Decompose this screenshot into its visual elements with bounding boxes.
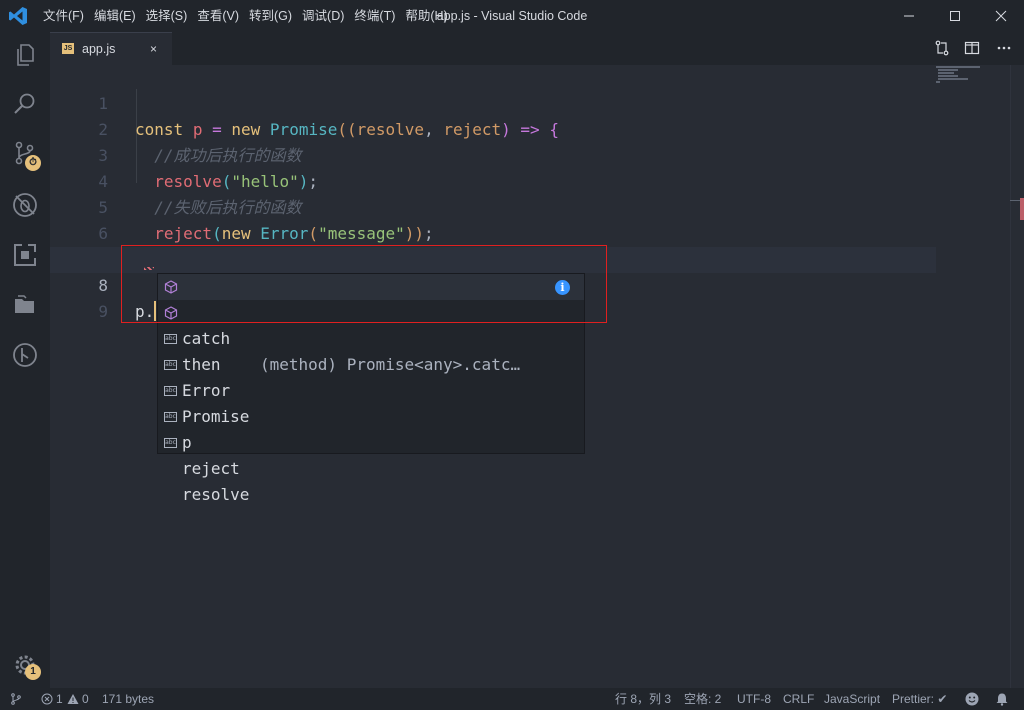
settings-badge: 1: [25, 664, 41, 680]
language-mode[interactable]: JavaScript: [824, 688, 880, 710]
error-count[interactable]: 1: [56, 688, 63, 710]
split-editor-icon[interactable]: [964, 40, 980, 56]
code-line-7: 7: [50, 221, 936, 269]
minimap-line: [938, 75, 958, 77]
code-line-8: 8 p.: [50, 247, 936, 321]
text-abc-icon: abc: [164, 386, 177, 396]
menu-bar: 文件(F) 编辑(E) 选择(S) 查看(V) 转到(G) 调试(D) 终端(T…: [38, 0, 453, 32]
tab-close-icon[interactable]: ×: [150, 33, 157, 65]
project-folder-icon[interactable]: [12, 292, 38, 318]
vertical-scrollbar[interactable]: [1010, 65, 1024, 688]
search-icon[interactable]: [12, 91, 38, 117]
minimap-line: [938, 69, 958, 71]
code-line-4: 4 //失败后执行的函数: [50, 143, 936, 217]
indentation[interactable]: 空格: 2: [684, 688, 721, 710]
menu-view[interactable]: 查看(V): [192, 0, 244, 32]
line-number: 9: [98, 302, 108, 321]
text-abc-icon: abc: [164, 334, 177, 344]
menu-debug[interactable]: 调试(D): [297, 0, 349, 32]
suggestion-widget: catch (method) Promise<any>.catc… i then…: [157, 273, 585, 504]
scrollbar-cursor-marker: [1010, 200, 1020, 201]
maximize-button[interactable]: [932, 0, 978, 32]
code-line-1: 1 const p = new Promise((resolve, reject…: [50, 65, 936, 139]
suggestion-item[interactable]: abc Error: [158, 326, 584, 400]
minimize-button[interactable]: [886, 0, 932, 32]
source-control-clock-badge: ⏱: [25, 155, 41, 171]
error-squiggle: [144, 267, 154, 270]
menu-selection[interactable]: 选择(S): [141, 0, 193, 32]
code-line-6: 6 });: [50, 195, 936, 269]
cursor-position[interactable]: 行 8，列 3: [615, 688, 671, 710]
text-cursor: [154, 301, 157, 321]
smiley-feedback-icon[interactable]: [964, 691, 980, 707]
notifications-bell-icon[interactable]: [995, 692, 1009, 706]
code-line-3: 3 resolve("hello");: [50, 117, 936, 191]
menu-terminal[interactable]: 终端(T): [349, 0, 400, 32]
warning-count[interactable]: 0: [82, 688, 89, 710]
text-abc-icon: abc: [164, 412, 177, 422]
minimap-line: [938, 72, 954, 74]
code-line-5: 5 reject(new Error("message"));: [50, 169, 936, 243]
method-cube-icon: [164, 306, 178, 320]
file-size: 171 bytes: [102, 692, 155, 706]
suggestion-item[interactable]: abc Promise: [158, 352, 584, 426]
prettier-status[interactable]: Prettier: ✔: [892, 688, 947, 710]
menu-help[interactable]: 帮助(H): [400, 0, 452, 32]
minimap-line: [936, 81, 940, 83]
method-cube-icon: [164, 280, 178, 294]
close-window-button[interactable]: [978, 0, 1024, 32]
encoding[interactable]: UTF-8: [737, 688, 771, 710]
text-abc-icon: abc: [164, 360, 177, 370]
text-abc-icon: abc: [164, 438, 177, 448]
activity-bar: ⏱ 1: [0, 32, 50, 688]
warning-icon[interactable]: [67, 693, 79, 705]
error-icon[interactable]: [41, 693, 53, 705]
extensions-icon[interactable]: [12, 242, 38, 268]
tab-app-js[interactable]: JS app.js ×: [50, 32, 172, 65]
close-icon: [995, 10, 1007, 22]
suggestion-item[interactable]: then: [158, 300, 584, 374]
explorer-files-icon[interactable]: [12, 42, 38, 68]
menu-file[interactable]: 文件(F): [38, 0, 89, 32]
suggestion-item[interactable]: abc p: [158, 378, 584, 452]
scrollbar-error-marker: [1020, 198, 1024, 220]
suggestion-item[interactable]: catch (method) Promise<any>.catc… i: [158, 274, 584, 374]
title-bar: 文件(F) 编辑(E) 选择(S) 查看(V) 转到(G) 调试(D) 终端(T…: [0, 0, 1024, 32]
menu-go[interactable]: 转到(G): [244, 0, 297, 32]
minimize-icon: [904, 15, 914, 17]
maximize-icon: [950, 11, 960, 21]
suggestion-item[interactable]: abc resolve: [158, 430, 584, 504]
status-bar: 1 0 171 bytes 行 8，列 3 空格: 2 UTF-8 CRLF J…: [0, 688, 1024, 710]
suggestion-item[interactable]: abc reject: [158, 404, 584, 478]
minimap-line: [936, 66, 980, 68]
minimap-line: [938, 78, 968, 80]
git-branch-icon[interactable]: [10, 693, 22, 705]
more-actions-icon[interactable]: [996, 40, 1012, 56]
editor-actions: [924, 32, 1024, 65]
info-icon[interactable]: i: [555, 280, 570, 295]
code-token: p.: [135, 302, 155, 321]
debug-icon[interactable]: [12, 192, 38, 218]
minimap[interactable]: [936, 66, 986, 86]
vscode-logo-icon: [9, 7, 27, 25]
suggestion-label: resolve: [182, 485, 250, 504]
line-ending[interactable]: CRLF: [783, 688, 814, 710]
open-changes-icon[interactable]: [934, 40, 950, 56]
code-line-2: 2 //成功后执行的函数: [50, 91, 936, 165]
menu-edit[interactable]: 编辑(E): [89, 0, 141, 32]
tab-bar: JS app.js ×: [50, 32, 1024, 65]
javascript-file-icon: JS: [62, 43, 74, 54]
git-graph-icon[interactable]: [12, 342, 38, 368]
tab-label: app.js: [82, 42, 116, 56]
